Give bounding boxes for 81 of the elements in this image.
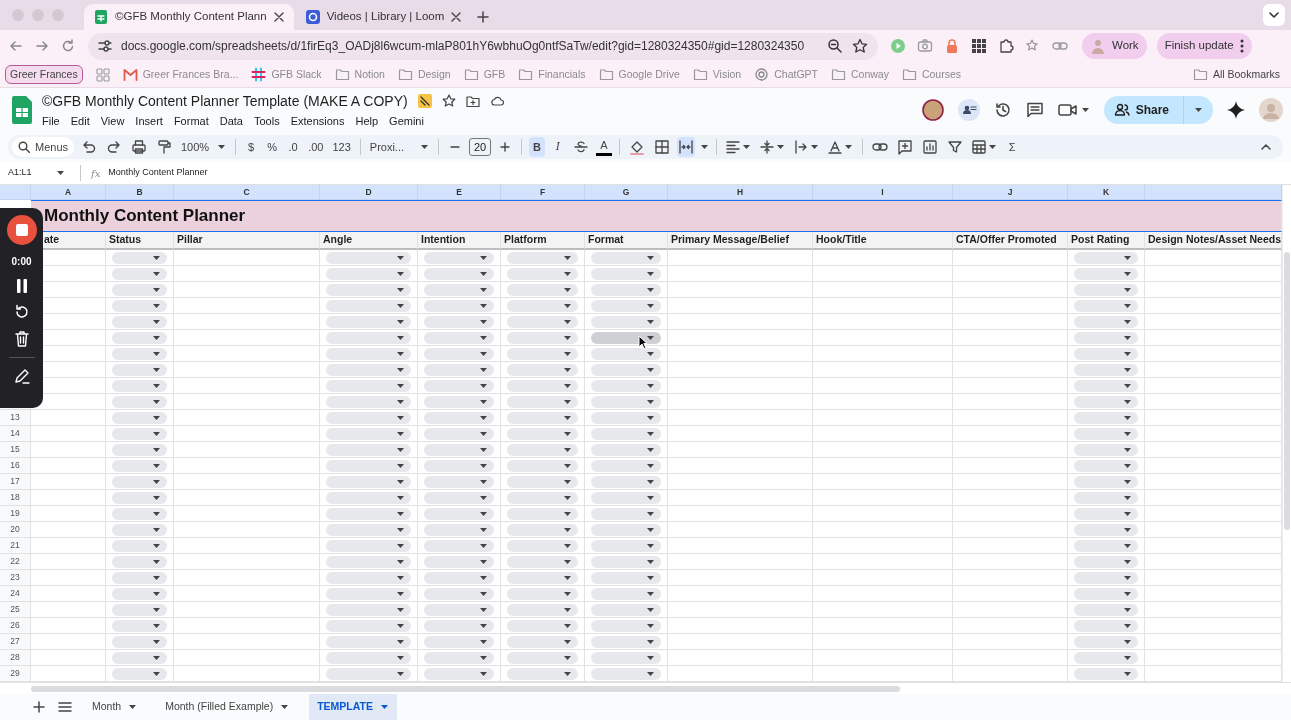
- row-number: 14: [0, 426, 31, 442]
- row-number: 20: [0, 522, 31, 538]
- menu-item[interactable]: File: [42, 112, 60, 130]
- formula-field[interactable]: Monthly Content Planner: [108, 166, 208, 180]
- sheet-tab[interactable]: TEMPLATE: [309, 694, 397, 720]
- sheet-tab[interactable]: Month (Filled Example): [157, 694, 298, 720]
- share-button[interactable]: Share: [1103, 96, 1213, 124]
- functions-button[interactable]: Σ: [1004, 137, 1021, 157]
- recording-time: 0:00: [11, 255, 32, 269]
- menu-item[interactable]: Data: [219, 112, 243, 130]
- profile-button[interactable]: Work: [1082, 33, 1147, 59]
- menu-item[interactable]: Extensions: [290, 112, 345, 130]
- menu-item[interactable]: Edit: [70, 112, 90, 130]
- column-heading: Design Notes/Asset Needs: [1145, 232, 1282, 250]
- document-title[interactable]: ©GFB Monthly Content Planner Template (MAKE A COPY): [42, 90, 408, 112]
- column-header[interactable]: A: [31, 185, 106, 200]
- sheet-title: Monthly Content Planner: [43, 205, 246, 228]
- sheet-tab[interactable]: Month: [84, 694, 146, 720]
- row-number: 26: [0, 618, 31, 634]
- row-number: 17: [0, 474, 31, 490]
- menu-item[interactable]: Tools: [253, 112, 280, 130]
- row-number: 16: [0, 458, 31, 474]
- row-number: 25: [0, 602, 31, 618]
- row-number: 19: [0, 506, 31, 522]
- column-header[interactable]: J: [953, 185, 1068, 200]
- row-number: 28: [0, 650, 31, 666]
- menu-item[interactable]: Gemini: [389, 112, 424, 130]
- column-header[interactable]: I: [813, 185, 953, 200]
- increase-decimals-button[interactable]: .00: [306, 137, 326, 157]
- font-size-field[interactable]: 20: [469, 138, 492, 156]
- column-header[interactable]: B: [106, 185, 174, 200]
- zoom-dropdown[interactable]: 100%: [179, 137, 229, 157]
- menu-item[interactable]: Format: [173, 112, 209, 130]
- function-label: fx: [91, 166, 101, 181]
- column-heading: Status: [106, 232, 174, 250]
- row-number: 18: [0, 490, 31, 506]
- menu-search-field[interactable]: Menus: [12, 137, 74, 157]
- bold-button[interactable]: B: [529, 137, 546, 157]
- row-number: 21: [0, 538, 31, 554]
- tab-title: ©GFB Monthly Content Plann: [115, 9, 267, 25]
- column-header[interactable]: D: [320, 185, 418, 200]
- menu-item[interactable]: Insert: [135, 112, 163, 130]
- row-number: 27: [0, 634, 31, 650]
- menu-item[interactable]: View: [100, 112, 125, 130]
- column-header[interactable]: G: [585, 185, 668, 200]
- column-heading: Angle: [320, 232, 418, 250]
- bookmark-item[interactable]: All Bookmarks: [1192, 66, 1280, 83]
- italic-button[interactable]: I: [550, 137, 567, 157]
- number-format-button[interactable]: 123: [330, 137, 353, 157]
- row-number: 24: [0, 586, 31, 602]
- column-heading: Platform: [501, 232, 585, 250]
- font-dropdown[interactable]: Proxi...: [367, 137, 432, 157]
- browser-tab[interactable]: Videos | Library | Loom: [295, 4, 472, 30]
- menu-item[interactable]: Help: [355, 112, 379, 130]
- column-header[interactable]: H: [668, 185, 813, 200]
- update-button[interactable]: Finish update: [1156, 33, 1252, 59]
- row-number: 22: [0, 554, 31, 570]
- column-header[interactable]: E: [418, 185, 501, 200]
- column-heading: Primary Message/Belief: [668, 232, 813, 250]
- profile-chip[interactable]: Greer Frances: [5, 64, 83, 85]
- column-heading: Post Rating: [1068, 232, 1145, 250]
- column-heading: Hook/Title: [813, 232, 953, 250]
- column-header[interactable]: C: [174, 185, 320, 200]
- column-heading: Pillar: [174, 232, 320, 250]
- name-box[interactable]: A1:L1: [8, 166, 32, 180]
- tab-title: Videos | Library | Loom: [326, 9, 445, 25]
- column-header[interactable]: F: [501, 185, 585, 200]
- row-number: 15: [0, 442, 31, 458]
- currency-button[interactable]: $: [243, 137, 260, 157]
- row-number: 23: [0, 570, 31, 586]
- column-header[interactable]: K: [1068, 185, 1145, 200]
- decrease-decimals-button[interactable]: .0: [285, 137, 302, 157]
- column-heading: CTA/Offer Promoted: [953, 232, 1068, 250]
- row-number: 29: [0, 666, 31, 682]
- column-heading: Format: [585, 232, 668, 250]
- text-color-button[interactable]: A: [596, 138, 613, 156]
- browser-tab[interactable]: ©GFB Monthly Content Plann: [84, 4, 294, 30]
- percent-button[interactable]: %: [264, 137, 281, 157]
- row-number: 13: [0, 410, 31, 426]
- column-heading: Intention: [418, 232, 501, 250]
- address-bar[interactable]: docs.google.com/spreadsheets/d/1firEq3_OADj8l6wcum-mlaP801hY6wbhuOg0ntfSaTw/edit?gid=1280324350#gid=1280324350: [88, 32, 878, 60]
